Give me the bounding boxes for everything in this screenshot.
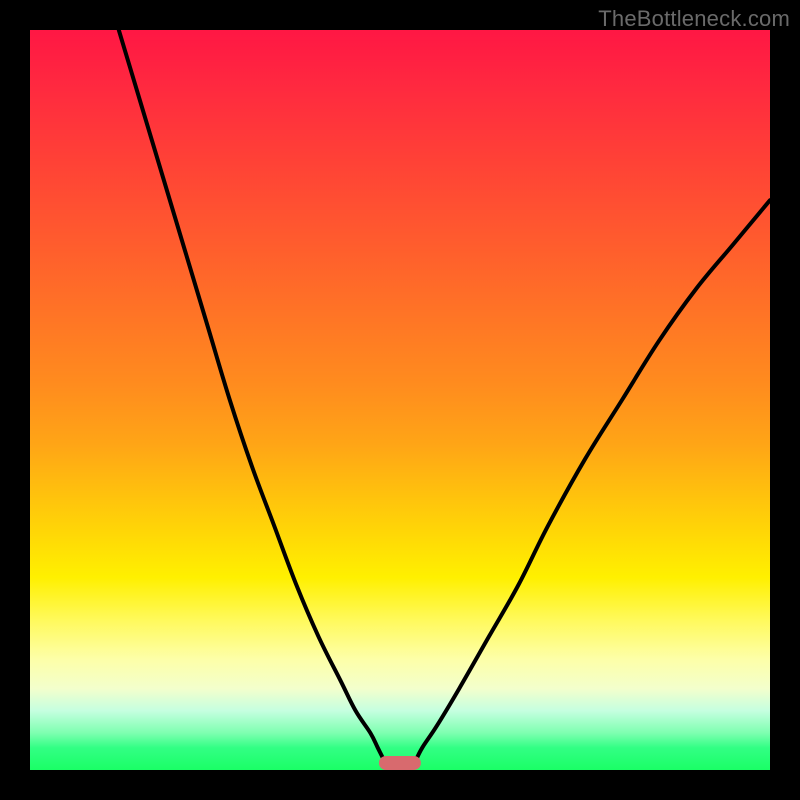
watermark: TheBottleneck.com	[598, 6, 790, 32]
curve-layer	[30, 30, 770, 770]
right-curve	[415, 200, 770, 762]
bottleneck-marker	[379, 756, 421, 770]
chart-area	[30, 30, 770, 770]
left-curve	[119, 30, 385, 763]
